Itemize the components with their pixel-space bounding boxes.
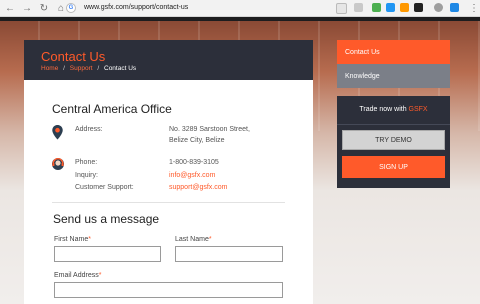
first-name-input[interactable] [54,246,161,262]
phone-label: Phone: [75,159,98,166]
inquiry-email-link[interactable]: info@gsfx.com [169,172,215,179]
required-mark: * [208,236,212,243]
email-label: Email Address* [54,272,101,279]
support-email-link[interactable]: support@gsfx.com [169,184,227,191]
forward-icon[interactable]: → [20,1,34,15]
breadcrumb: Home / Support / Contact Us [41,65,136,72]
extension-orange-icon[interactable] [400,3,409,12]
first-name-label: First Name* [54,236,91,243]
contact-card: Central America Office Address: No. 3289… [24,80,313,304]
inquiry-label: Inquiry: [75,172,98,179]
office-title: Central America Office [52,102,172,116]
try-demo-button[interactable]: TRY DEMO [342,130,445,150]
breadcrumb-separator: / [97,65,100,72]
sidebar-item-contact-us[interactable]: Contact Us [337,40,450,64]
extension-shield-icon[interactable] [414,3,423,12]
browser-toolbar: ← → ↻ ⌂ G www.gsfx.com/support/contact-u… [0,0,480,17]
menu-icon[interactable]: ⋮ [467,1,480,15]
breadcrumb-home[interactable]: Home [41,65,58,72]
address-bar[interactable]: G www.gsfx.com/support/contact-us [66,2,336,13]
extension-blue-icon[interactable] [386,3,395,12]
address-line-1: No. 3289 Sarstoon Street, [169,126,250,133]
address-label: Address: [75,126,103,133]
form-title: Send us a message [53,212,160,226]
extension-green-icon[interactable] [372,3,381,12]
breadcrumb-current: Contact Us [104,65,137,72]
phone-value: 1-800-839-3105 [169,159,219,166]
back-icon[interactable]: ← [3,1,17,15]
last-name-input[interactable] [175,246,283,262]
site-favicon-icon: G [66,2,76,13]
required-mark: * [88,236,91,243]
section-divider [52,202,285,203]
support-label: Customer Support: [75,184,134,191]
email-label-text: Email Address [54,272,99,279]
trade-divider [337,124,450,125]
extension-icon[interactable] [354,3,363,12]
url-text: www.gsfx.com/support/contact-us [84,4,189,11]
location-pin-icon [52,125,63,140]
trade-panel: Trade now with GSFX TRY DEMO SIGN UP [337,96,450,188]
sign-up-button[interactable]: SIGN UP [342,156,445,178]
download-icon[interactable] [450,3,459,12]
support-agent-icon [52,158,64,170]
breadcrumb-support[interactable]: Support [70,65,93,72]
reload-icon[interactable]: ↻ [37,1,51,15]
last-name-label-text: Last Name [175,236,209,243]
trade-prefix: Trade now with [359,106,407,113]
first-name-label-text: First Name [54,236,89,243]
page-title: Contact Us [41,49,106,64]
required-mark: * [98,272,102,279]
breadcrumb-separator: / [63,65,65,72]
sidebar-item-knowledge[interactable]: Knowledge [337,64,450,88]
trade-brand: GSFX [408,106,428,113]
page-header: Contact Us Home / Support / Contact Us [24,40,313,80]
extension-gray-icon[interactable] [434,3,443,12]
bookmark-icon[interactable] [336,3,347,14]
last-name-label: Last Name* [175,236,212,243]
address-line-2: Belize City, Belize [169,137,225,144]
email-input[interactable] [54,282,283,298]
trade-text: Trade now with GSFX [337,106,450,113]
